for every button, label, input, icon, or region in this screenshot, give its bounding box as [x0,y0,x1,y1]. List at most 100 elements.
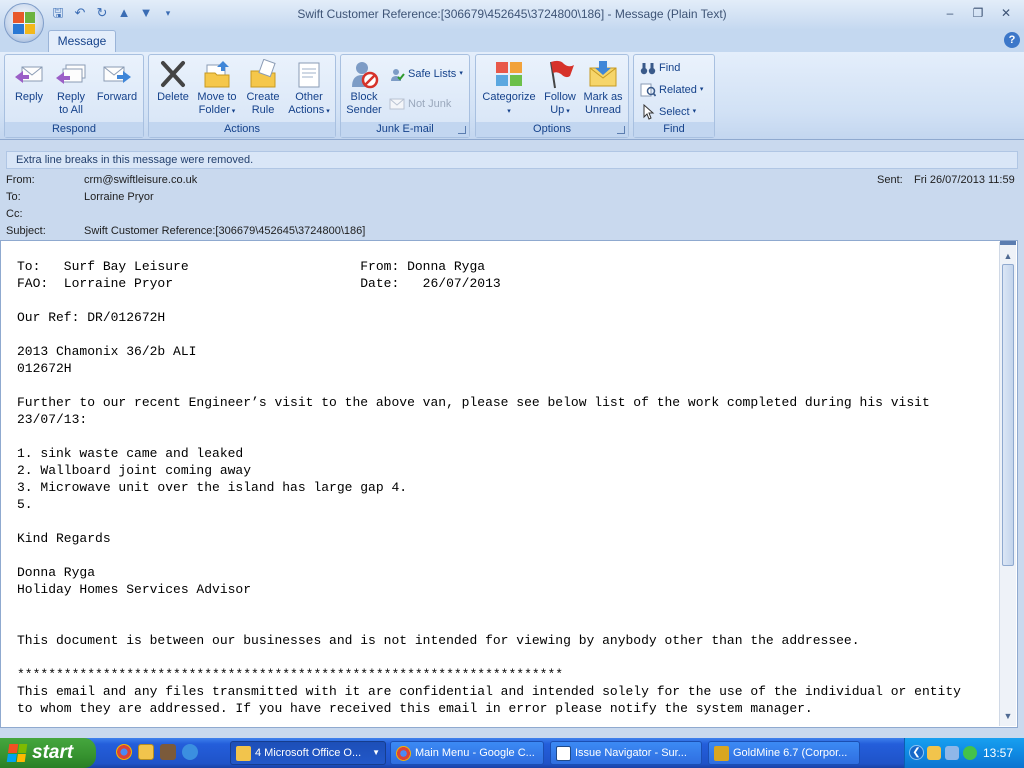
safe-lists-label: Safe Lists [408,68,457,80]
restore-button[interactable]: ❐ [966,4,990,22]
outlook-icon[interactable] [138,744,154,760]
other-dropdown-icon: ▾ [324,108,330,115]
info-bar[interactable]: Extra line breaks in this message were r… [6,151,1018,169]
categorize-label: Categorize [482,91,536,103]
block-sender-icon [352,62,379,89]
taskbar-item-issue-navigator[interactable]: Issue Navigator - Sur... [550,741,702,765]
show-hidden-icons-icon[interactable]: ❮ [909,745,924,760]
windows-logo-icon [6,744,28,762]
mark-as-unread-label-2: Unread [584,104,622,116]
other-actions-button[interactable]: Other Actions ▾ [285,59,333,118]
flag-icon [550,60,574,89]
safe-lists-button[interactable]: Safe Lists ▾ [389,65,463,83]
start-button[interactable]: start [0,738,96,768]
taskbar-item-office[interactable]: 4 Microsoft Office O... ▼ [230,741,386,765]
delete-icon [161,61,185,87]
categorize-button[interactable]: Categorize ▾ [480,59,538,118]
taskbar-item-office-label: 4 Microsoft Office O... [255,747,362,759]
options-launcher-icon[interactable] [617,126,625,134]
actions-group-label: Actions [149,122,335,137]
outlook-task-icon [236,746,251,761]
clock[interactable]: 13:57 [983,746,1013,760]
message-body-text[interactable]: To: Surf Bay Leisure From: Donna Ryga FA… [17,258,997,717]
related-icon [640,83,656,97]
forward-button[interactable]: Forward [94,59,140,104]
mark-as-unread-label-1: Mark as [583,91,623,103]
message-body-pane[interactable]: To: Surf Bay Leisure From: Donna Ryga FA… [0,240,1018,728]
mark-as-unread-button[interactable]: Mark as Unread [580,59,626,117]
start-label: start [32,742,74,763]
move-to-folder-label-1: Move to [197,91,237,103]
related-dropdown-icon: ▾ [699,86,704,93]
move-to-folder-button[interactable]: Move to Folder ▾ [193,59,241,118]
follow-dropdown-icon: ▾ [564,108,570,115]
to-value[interactable]: Lorraine Pryor [84,191,154,203]
taskbar-group-dropdown-icon: ▼ [372,748,380,757]
split-handle[interactable] [1000,241,1016,245]
block-sender-button[interactable]: Block Sender [343,59,385,117]
tab-message[interactable]: Message [48,30,116,52]
reply-icon [15,66,43,83]
office-button[interactable] [4,3,44,43]
find-label: Find [659,62,681,74]
not-junk-button[interactable]: Not Junk [389,95,451,113]
move-dropdown-icon: ▾ [229,108,236,115]
scrollbar-thumb[interactable] [1002,264,1014,566]
window-controls: – ❐ ✕ [938,4,1018,22]
follow-up-button[interactable]: Follow Up ▾ [540,59,580,118]
internet-explorer-icon[interactable] [182,744,198,760]
subject-label: Subject: [6,225,46,237]
taskbar-item-chrome-label: Main Menu - Google C... [415,747,535,759]
not-junk-icon [389,98,405,110]
reply-all-label-1: Reply [56,91,86,103]
chrome-icon[interactable] [116,744,132,760]
game-icon[interactable] [160,744,176,760]
cursor-icon [643,104,655,120]
related-label: Related [659,84,697,96]
outlook-tray-icon[interactable] [927,746,941,760]
junk-email-group-label: Junk E-mail [341,122,469,137]
vertical-scrollbar[interactable]: ▲ ▼ [999,241,1016,726]
scroll-down-icon[interactable]: ▼ [1000,708,1016,724]
select-label: Select [659,106,690,118]
actions-group: Delete Move to Folder ▾ Create Rule Othe… [148,54,336,138]
create-rule-icon [250,59,276,88]
taskbar-item-chrome[interactable]: Main Menu - Google C... [390,741,544,765]
delete-button[interactable]: Delete [153,59,193,104]
reply-button[interactable]: Reply [9,59,49,104]
help-icon[interactable]: ? [1004,32,1020,48]
create-rule-button[interactable]: Create Rule [241,59,285,117]
find-group-label: Find [634,122,714,137]
reply-all-button[interactable]: Reply to All [51,59,91,117]
options-group-label: Options [476,122,628,137]
move-folder-icon [204,61,230,88]
related-button[interactable]: Related ▾ [640,81,703,99]
title-bar: 🖫 ↶ ↻ ▲ ▼ ▾ Swift Customer Reference:[30… [0,0,1024,30]
chrome-task-icon [396,746,411,761]
safe-lists-dropdown-icon: ▾ [459,70,463,77]
to-label: To: [6,191,21,203]
taskbar-item-issue-navigator-label: Issue Navigator - Sur... [575,747,687,759]
respond-group-label: Respond [5,122,143,137]
not-junk-label: Not Junk [408,98,452,110]
close-button[interactable]: ✕ [994,4,1018,22]
ribbon: Reply Reply to All Forward Respond Delet… [0,52,1024,140]
find-group: Find Related ▾ Select ▾ Find [633,54,715,138]
network-tray-icon[interactable] [945,746,959,760]
from-value[interactable]: crm@swiftleisure.co.uk [84,174,197,186]
status-tray-icon[interactable] [963,746,977,760]
binoculars-icon [640,63,656,75]
taskbar-item-goldmine[interactable]: GoldMine 6.7 (Corpor... [708,741,860,765]
system-tray: ❮ 13:57 [904,738,1024,768]
options-group: Categorize ▾ Follow Up ▾ Mark as Unread … [475,54,629,138]
junk-email-launcher-icon[interactable] [458,126,466,134]
find-button[interactable]: Find [640,59,680,77]
categorize-icon [496,62,522,86]
follow-up-label-2: Up [550,104,565,116]
quick-launch [116,744,198,760]
select-button[interactable]: Select ▾ [640,103,696,121]
minimize-button[interactable]: – [938,4,962,22]
forward-label: Forward [96,91,138,103]
scroll-up-icon[interactable]: ▲ [1000,248,1016,264]
other-actions-label-1: Other [295,91,323,103]
